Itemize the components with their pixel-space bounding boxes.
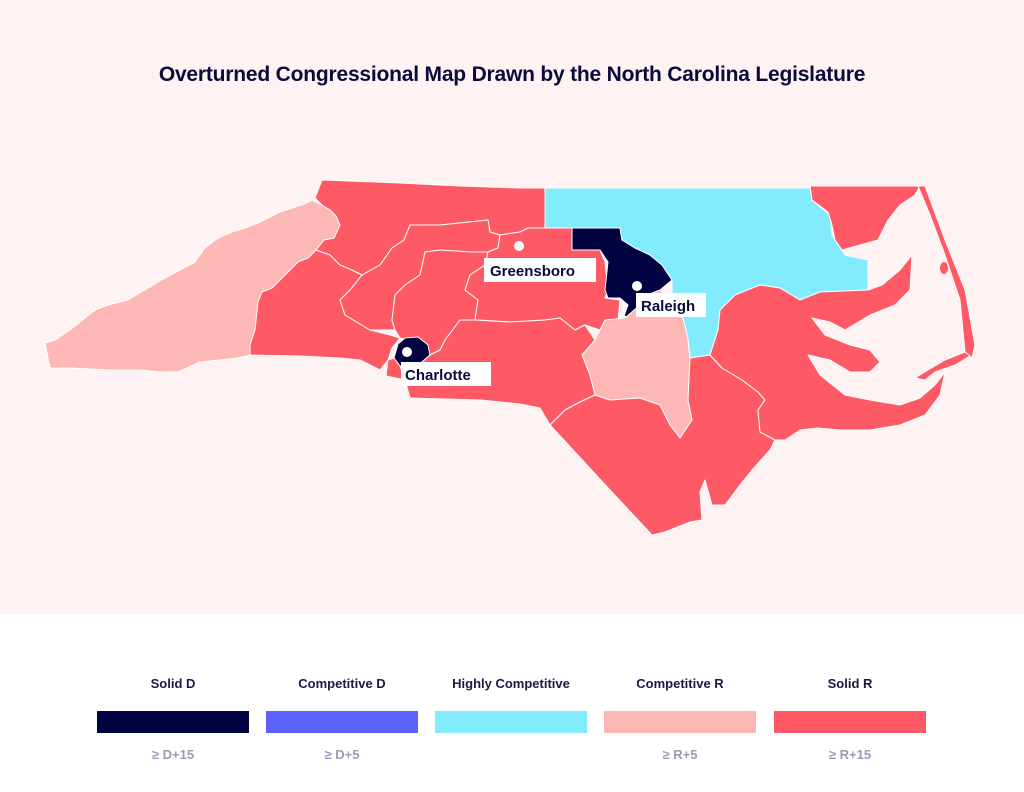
legend-swatch (97, 711, 249, 733)
legend-threshold: ≥ R+5 (662, 747, 698, 762)
legend: Solid D ≥ D+15 Competitive D ≥ D+5 Highl… (0, 614, 1024, 792)
legend-swatch (266, 711, 418, 733)
greensboro-label: Greensboro (490, 263, 575, 280)
legend-threshold: ≥ D+5 (324, 747, 360, 762)
legend-threshold: ≥ R+15 (828, 747, 872, 762)
greensboro-dot (514, 241, 524, 251)
legend-swatch (604, 711, 756, 733)
charlotte-label: Charlotte (405, 367, 471, 384)
legend-label: Competitive D (298, 676, 386, 691)
island (940, 262, 948, 274)
legend-label: Solid D (150, 676, 196, 691)
legend-swatch (774, 711, 926, 733)
legend-swatch (435, 711, 587, 733)
raleigh-label: Raleigh (641, 298, 695, 315)
legend-label: Solid R (827, 676, 873, 691)
legend-label: Competitive R (636, 676, 724, 691)
raleigh-dot (632, 281, 642, 291)
charlotte-dot (402, 347, 412, 357)
legend-threshold: ≥ D+15 (151, 747, 195, 762)
nc-map: Greensboro Raleigh Charlotte (44, 179, 976, 536)
legend-label: Highly Competitive (452, 676, 570, 691)
